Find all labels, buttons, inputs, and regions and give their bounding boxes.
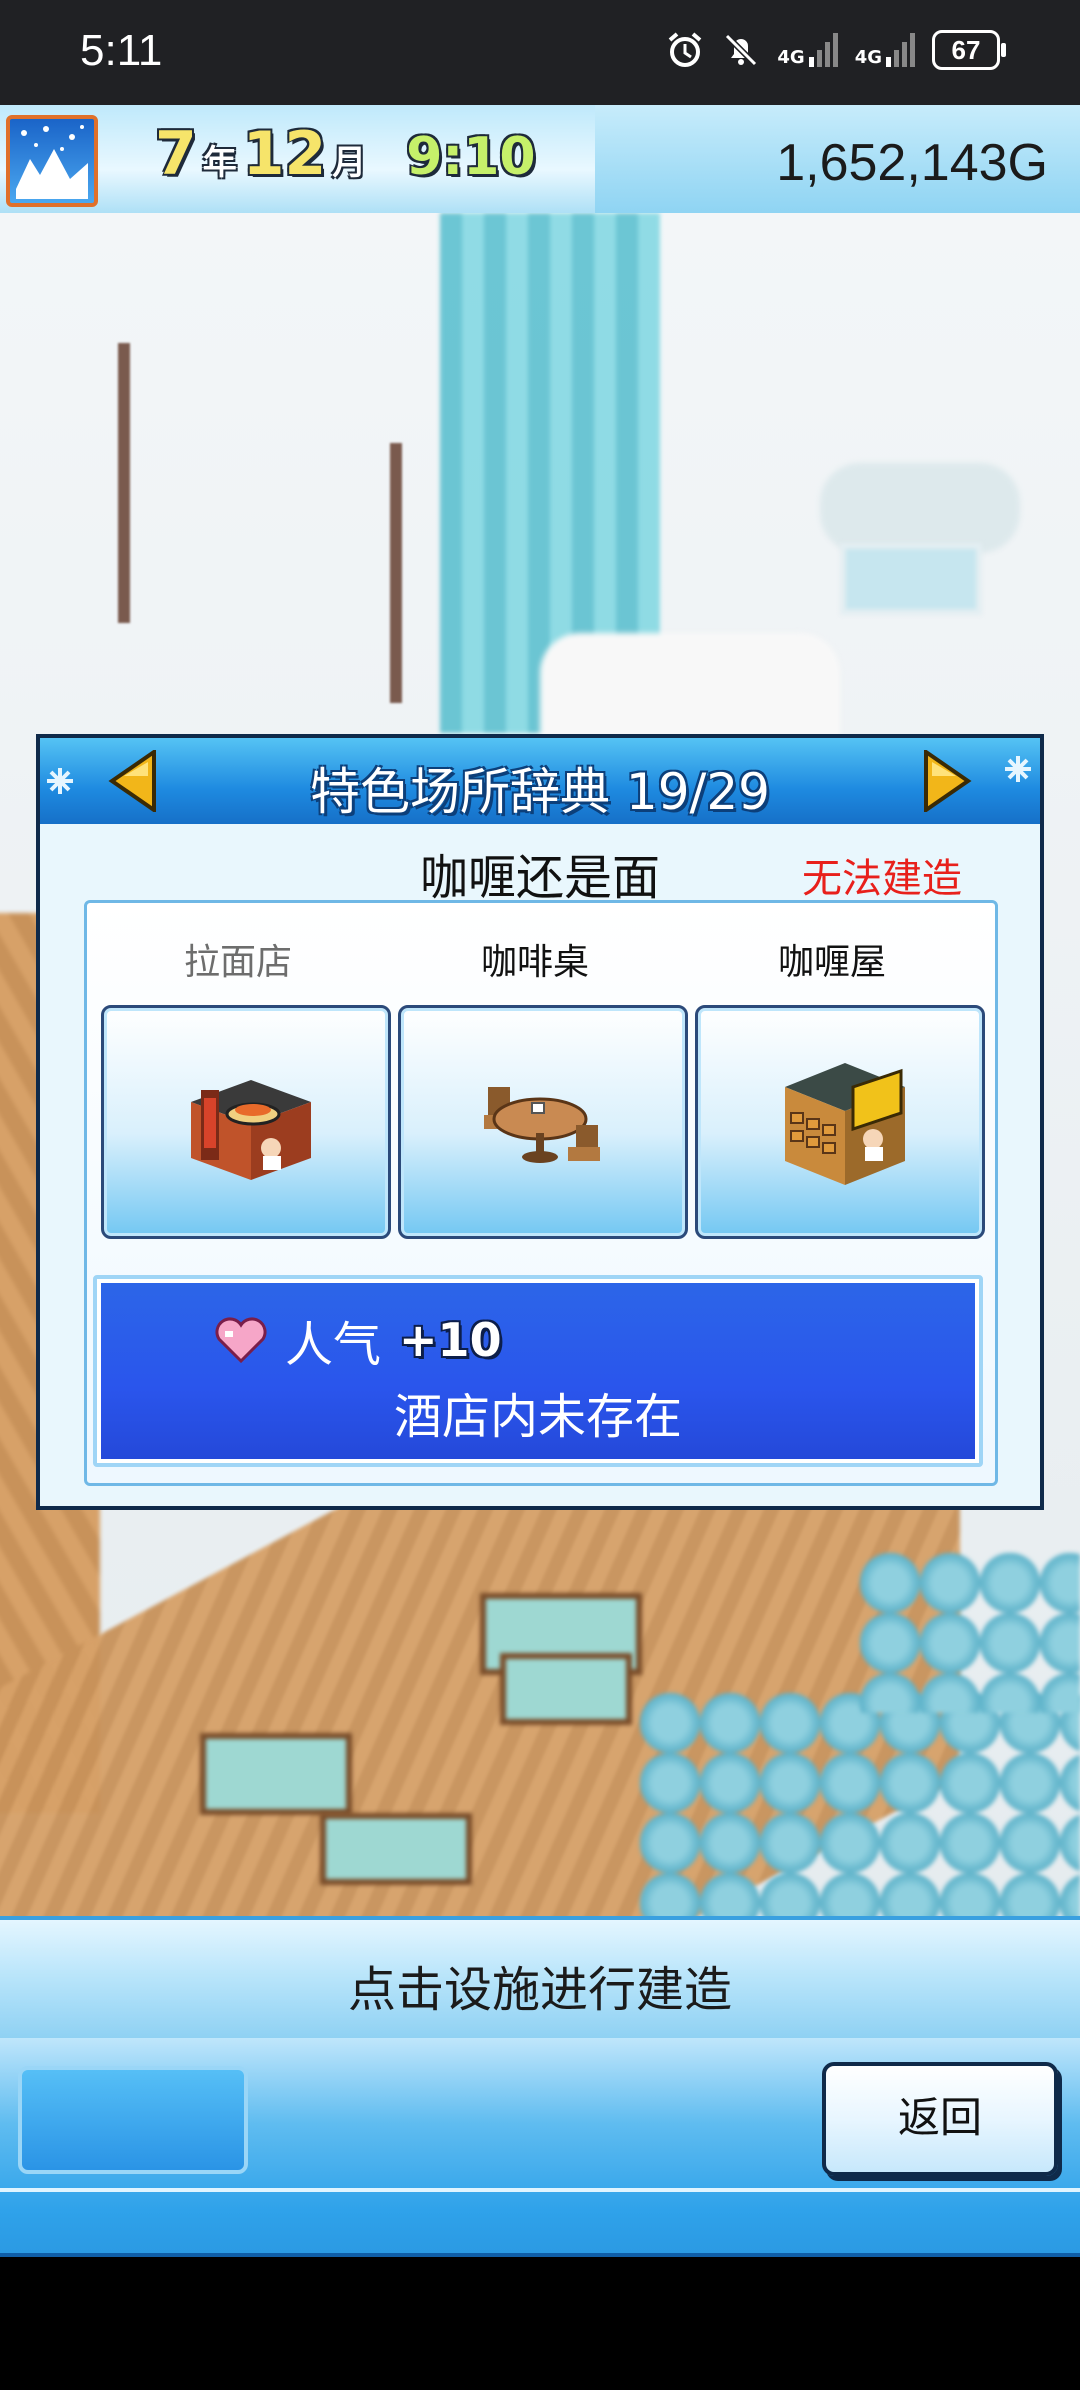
signal-bars-icon <box>886 33 915 67</box>
popularity-label: 人气 <box>285 1317 382 1373</box>
back-button[interactable]: 返回 <box>822 2062 1058 2176</box>
hot-spring-pool <box>500 1653 632 1725</box>
battery-indicator: 67 <box>932 30 1006 70</box>
facility-label-ramen: 拉面店 <box>183 942 292 983</box>
signal-4g-1: 4G <box>777 33 838 67</box>
heart-icon <box>215 1317 267 1363</box>
hot-spring-pool <box>200 1733 352 1815</box>
facility-dictionary-dialog: 特色场所辞典 19/29 咖喱还是面 无法建造 拉面店 咖啡桌 咖喱屋 人气 +… <box>36 734 1044 1510</box>
facility-label-curry: 咖喱屋 <box>777 942 886 983</box>
curry-house-icon <box>785 1063 905 1185</box>
ramen-shop-icon <box>191 1080 311 1180</box>
availability-note: 酒店内未存在 <box>393 1389 682 1445</box>
dialog-body: 咖喱还是面 无法建造 拉面店 咖啡桌 咖喱屋 人气 +10 酒店内未存在 <box>40 824 1040 1506</box>
effect-info-box: 人气 +10 酒店内未存在 <box>93 1275 983 1467</box>
status-icons: 4G 4G 67 <box>665 30 1006 70</box>
snowflake-deco-icon <box>1005 756 1031 782</box>
signal-4g-2: 4G <box>855 33 916 67</box>
combo-panel: 拉面店 咖啡桌 咖喱屋 人气 +10 酒店内未存在 <box>84 900 998 1486</box>
facility-card-ramen[interactable] <box>101 1005 391 1239</box>
next-arrow-button[interactable] <box>916 750 976 812</box>
hot-spring <box>840 543 982 615</box>
alarm-icon <box>669 32 702 67</box>
snowy-trees <box>640 1693 1080 1916</box>
snow-slope <box>820 463 1020 553</box>
popularity-value: +10 <box>399 1313 502 1367</box>
empty-action-button[interactable] <box>18 2066 248 2174</box>
dialog-header: 特色场所辞典 19/29 <box>40 738 1040 828</box>
year-value: 7 <box>155 119 197 189</box>
build-status-label: 无法建造 <box>802 856 962 902</box>
hint-text: 点击设施进行建造 <box>347 1962 732 2018</box>
divider <box>0 2188 1080 2192</box>
lamp-post <box>390 443 402 703</box>
month-value: 12 <box>242 119 327 189</box>
mute-bell-icon <box>725 33 758 67</box>
snowy-trees <box>860 1553 1080 1713</box>
status-time: 5:11 <box>80 26 163 75</box>
hint-bar: 点击设施进行建造 <box>0 1916 1080 2042</box>
status-bar: 5:11 4G 4G 67 <box>0 0 1080 105</box>
winter-season-icon[interactable] <box>6 115 98 207</box>
month-unit: 月 <box>332 143 367 183</box>
action-bar: 返回 <box>0 2038 1080 2257</box>
cafe-table-icon <box>484 1087 600 1163</box>
hot-spring-pool <box>320 1813 472 1885</box>
signal-bars-icon <box>808 33 838 67</box>
popularity-bonus: 人气 +10 <box>215 1305 502 1375</box>
facility-card-curry[interactable] <box>695 1005 985 1239</box>
money-display: 1,652,143G <box>776 134 1048 192</box>
dialog-title: 特色场所辞典 19/29 <box>310 763 770 821</box>
lamp-post <box>118 343 130 623</box>
game-date: 7 年 12 月 9:10 <box>155 119 536 189</box>
facility-label-cafe-table: 咖啡桌 <box>480 942 589 983</box>
top-hud: 7 年 12 月 9:10 1,652,143G <box>0 105 1080 217</box>
year-unit: 年 <box>202 143 237 183</box>
game-clock: 9:10 <box>406 127 536 187</box>
facility-card-cafe-table[interactable] <box>398 1005 688 1239</box>
